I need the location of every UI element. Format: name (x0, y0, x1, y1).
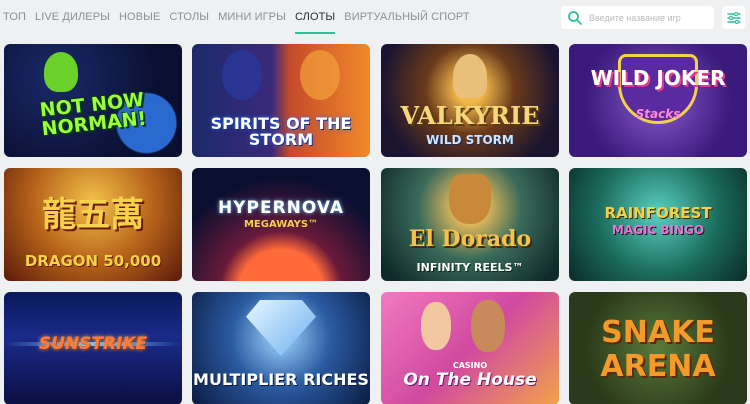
game-subtitle: INFINITY REELS™ (416, 261, 524, 274)
game-title: SPIRITS OF THE STORM (210, 114, 352, 149)
game-tile-valkyrie-wild-storm[interactable]: VALKYRIE WILD STORM (381, 44, 559, 157)
tab-slots[interactable]: СЛОТЫ (294, 0, 336, 36)
game-tile-sunstrike[interactable]: SUNSTRIKE (4, 292, 182, 404)
game-tile-dragon-50000[interactable]: 龍五萬 DRAGON 50,000 (4, 168, 182, 281)
category-tabs: ТОП LIVE ДИЛЕРЫ НОВЫЕ СТОЛЫ МИНИ ИГРЫ СЛ… (0, 0, 479, 36)
character-image (449, 174, 491, 224)
game-tile-multiplier-riches[interactable]: MULTIPLIER RICHES (192, 292, 370, 404)
game-subtitle: CASINO (452, 361, 488, 370)
tab-tables[interactable]: СТОЛЫ (169, 0, 209, 36)
game-title: RAINFOREST (604, 204, 712, 222)
game-tile-casino-on-the-house[interactable]: CASINO On The House (381, 292, 559, 404)
game-tile-hypernova-megaways[interactable]: HYPERNOVA MEGAWAYS™ (192, 168, 370, 281)
game-subtitle: MAGIC BINGO (611, 223, 705, 237)
game-title: VALKYRIE (400, 101, 540, 130)
game-tile-el-dorado-infinity-reels[interactable]: El Dorado INFINITY REELS™ (381, 168, 559, 281)
top-bar: ТОП LIVE ДИЛЕРЫ НОВЫЕ СТОЛЫ МИНИ ИГРЫ СЛ… (0, 0, 750, 36)
game-tile-wild-joker-stacks[interactable]: WILD JOKER Stacks (569, 44, 747, 157)
game-title: NOT NOW NORMAN! (38, 88, 148, 141)
game-title: 龍五萬 (42, 195, 144, 235)
game-title: El Dorado (408, 226, 532, 252)
character-image (300, 50, 340, 100)
tab-virtual-sport[interactable]: ВИРТУАЛЬНЫЙ СПОРТ (344, 0, 469, 36)
tab-new[interactable]: НОВЫЕ (119, 0, 160, 36)
game-tile-not-now-norman[interactable]: NOT NOW NORMAN! (4, 44, 182, 157)
search-box[interactable] (561, 6, 714, 29)
game-title: On The House (403, 370, 537, 390)
game-subtitle: Stacks (635, 107, 681, 121)
diamond-image (246, 300, 316, 356)
game-subtitle: ARENA (600, 349, 716, 384)
tab-top[interactable]: ТОП (3, 0, 26, 36)
tab-mini-games[interactable]: МИНИ ИГРЫ (218, 0, 286, 36)
game-title: SUNSTRIKE (38, 334, 148, 354)
character-image (222, 50, 262, 100)
game-subtitle: DRAGON 50,000 (24, 252, 162, 270)
valkyrie-character-image (453, 54, 487, 98)
filter-button[interactable] (722, 6, 745, 29)
character-image (421, 302, 451, 350)
character-image (471, 300, 505, 352)
search-icon (568, 10, 582, 25)
game-tile-snake-arena[interactable]: SNAKE ARENA (569, 292, 747, 404)
game-title: SNAKE (601, 315, 715, 350)
sliders-icon (726, 11, 741, 24)
search-input[interactable] (589, 12, 709, 23)
game-subtitle: MEGAWAYS™ (243, 219, 319, 230)
game-title: HYPERNOVA (217, 198, 345, 218)
game-tile-spirits-of-the-storm[interactable]: SPIRITS OF THE STORM (192, 44, 370, 157)
game-tile-rainforest-magic-bingo[interactable]: RAINFOREST MAGIC BINGO (569, 168, 747, 281)
tab-live-dealers[interactable]: LIVE ДИЛЕРЫ (35, 0, 110, 36)
alien-character-image (44, 52, 78, 92)
game-subtitle: WILD STORM (426, 133, 514, 147)
game-title: WILD JOKER (590, 66, 726, 90)
game-title: MULTIPLIER RICHES (193, 370, 369, 389)
